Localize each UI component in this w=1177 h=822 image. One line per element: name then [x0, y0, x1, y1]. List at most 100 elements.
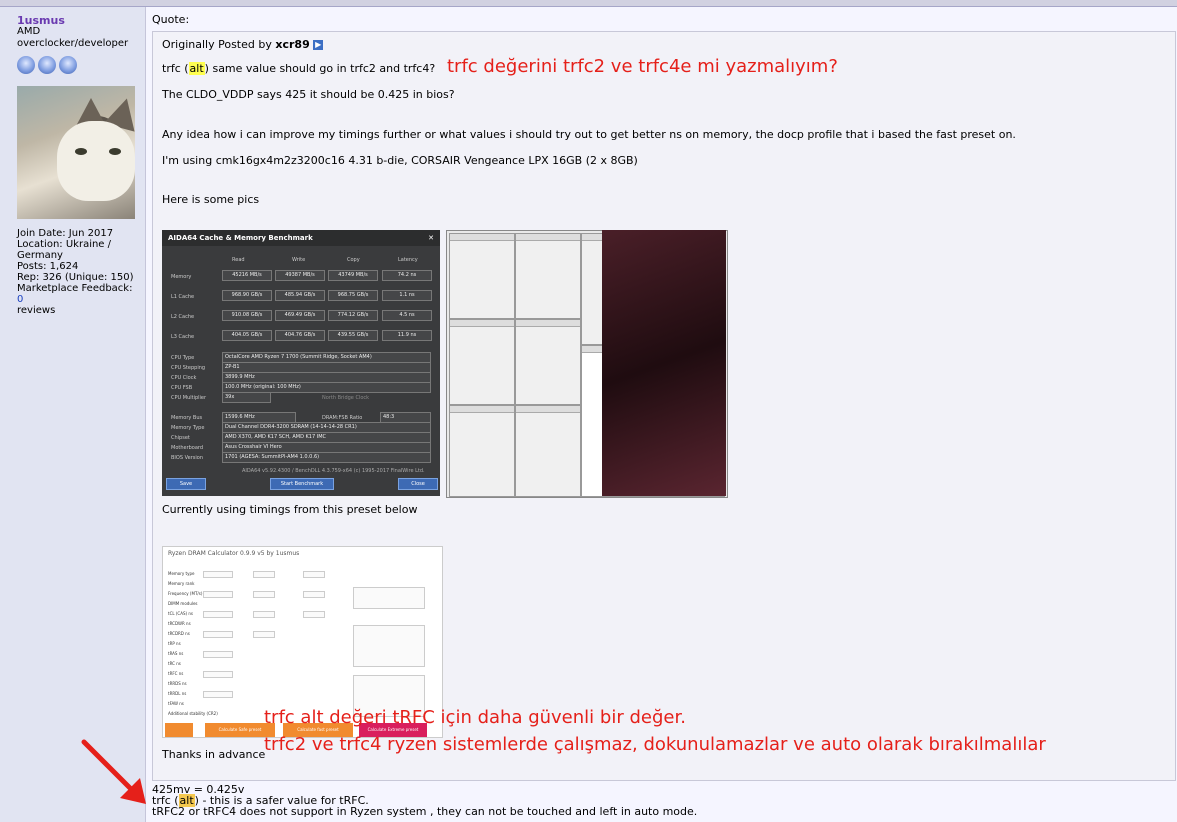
collage-window: [515, 405, 581, 497]
aida-label: DRAM:FSB Ratio: [322, 415, 363, 421]
aida-label: CPU Clock: [171, 375, 197, 381]
avatar-eye: [75, 148, 87, 155]
q1-pre: trfc (: [162, 62, 189, 75]
red-arrow-icon: [81, 739, 146, 804]
calc-row: tRC ns: [168, 661, 181, 666]
quote-box: Originally Posted by xcr89 ▶ trfc (alt) …: [152, 31, 1176, 781]
calc-field: [253, 591, 275, 598]
close-button[interactable]: Close: [398, 478, 438, 490]
reputation-icons: [17, 56, 77, 74]
aida-label: CPU Multiplier: [171, 395, 207, 401]
collage-window: [449, 233, 515, 319]
user-title: AMD overclocker/developer: [17, 26, 128, 50]
marketplace-suffix: reviews: [17, 305, 56, 316]
marketplace-link[interactable]: 0: [17, 294, 23, 305]
user-title-line2: overclocker/developer: [17, 38, 129, 49]
aida-cell: 404.05 GB/s: [222, 330, 272, 341]
quote-label: Quote:: [152, 13, 190, 26]
close-icon: ✕: [428, 234, 434, 242]
aida-cell: 439.55 GB/s: [328, 330, 378, 341]
top-strip: [0, 0, 1177, 7]
calc-row: tRAS ns: [168, 651, 184, 656]
calc-title: Ryzen DRAM Calculator 0.9.9 v5 by 1usmus: [168, 550, 300, 557]
quote-line-2: The CLDO_VDDP says 425 it should be 0.42…: [162, 88, 455, 101]
quote-line-3: Any idea how i can improve my timings fu…: [162, 128, 1016, 141]
calc-field: [203, 571, 233, 578]
aida-col: Read: [232, 257, 245, 263]
turkish-annotation-1: trfc değerini trfc2 ve trfc4e mi yazmalı…: [447, 56, 838, 77]
q1-post: ) same value should go in trfc2 and trfc…: [204, 62, 436, 75]
quote-line-7: Thanks in advance: [162, 748, 266, 761]
aida-cell: 404.76 GB/s: [275, 330, 325, 341]
aida-row-label: L1 Cache: [171, 294, 195, 300]
calc-row: Memory type: [168, 571, 195, 576]
calc-field: [203, 651, 233, 658]
calc-field: [203, 591, 233, 598]
aida-footer: AIDA64 v5.92.4300 / BenchDLL 4.3.759-x64…: [242, 468, 425, 474]
collage-window: [449, 405, 515, 497]
aida-cell: 43749 MB/s: [328, 270, 378, 281]
calc-row: tCL (CAS) ns: [168, 611, 193, 616]
aida-label: Motherboard: [171, 445, 204, 451]
calc-field: [203, 691, 233, 698]
location: Location: Ukraine / Germany: [17, 239, 112, 261]
aida64-screenshot[interactable]: AIDA64 Cache & Memory Benchmark ✕ Read Wr…: [162, 230, 440, 496]
aida-info: 1701 (AGESA: SummitPI-AM4 1.0.0.6): [222, 452, 431, 463]
aida-info: 39x: [222, 392, 271, 403]
posts-count: Posts: 1,624: [17, 261, 79, 272]
calc-field: [203, 611, 233, 618]
rep-icon: [38, 56, 56, 74]
aida-label: CPU Stepping: [171, 365, 206, 371]
rep-icon: [17, 56, 35, 74]
aida-row-label: Memory: [171, 274, 192, 280]
reply-line-3: tRFC2 or tRFC4 does not support in Ryzen…: [152, 805, 698, 818]
aida-cell: 774.12 GB/s: [328, 310, 378, 321]
dark-screenshot[interactable]: [602, 230, 726, 496]
avatar-eye: [109, 148, 121, 155]
marketplace-label: Marketplace Feedback:: [17, 283, 133, 294]
aida-cell: 485.94 GB/s: [275, 290, 325, 301]
calc-field: [253, 611, 275, 618]
highlight-alt: alt: [188, 62, 205, 75]
calc-row: Memory rank: [168, 581, 195, 586]
calc-row: tRCDWR ns: [168, 621, 191, 626]
aida-cell: 4.5 ns: [382, 310, 432, 321]
calc-field: [253, 571, 275, 578]
collage-window: [515, 319, 581, 405]
calc-row: tRCDRD ns: [168, 631, 190, 636]
user-title-line1: AMD: [17, 26, 41, 37]
avatar[interactable]: [17, 86, 135, 219]
aida-label: Memory Bus: [171, 415, 203, 421]
aida-cell: 49387 MB/s: [275, 270, 325, 281]
user-meta: Join Date: Jun 2017 Location: Ukraine / …: [17, 228, 135, 316]
aida-label: North Bridge Clock: [322, 395, 370, 401]
turkish-annotation-3: trfc2 ve trfc4 ryzen sistemlerde çalışma…: [264, 734, 1046, 755]
aida-label: CPU Type: [171, 355, 195, 361]
aida-cell: 74.2 ns: [382, 270, 432, 281]
quote-line-5: Here is some pics: [162, 193, 260, 206]
view-post-icon[interactable]: ▶: [313, 40, 324, 50]
calc-field: [203, 671, 233, 678]
aida-cell: 45216 MB/s: [222, 270, 272, 281]
reply-text: 425mv = 0.425v trfc (alt) - this is a sa…: [152, 784, 697, 817]
aida-label: BIOS Version: [171, 455, 203, 461]
aida-cell: 968.75 GB/s: [328, 290, 378, 301]
save-button[interactable]: Save: [166, 478, 206, 490]
marketplace-feedback: Marketplace Feedback: 0 reviews: [17, 283, 135, 316]
avatar-face: [57, 121, 135, 201]
aida-row-label: L2 Cache: [171, 314, 195, 320]
quote-header: Originally Posted by xcr89 ▶: [162, 38, 324, 51]
calc-button[interactable]: [165, 723, 193, 737]
quote-line-6: Currently using timings from this preset…: [162, 503, 418, 516]
calc-field: [303, 611, 325, 618]
start-benchmark-button[interactable]: Start Benchmark: [270, 478, 334, 490]
calc-row: Additional stability (CR2): [168, 711, 218, 716]
aida-label: Memory Type: [171, 425, 205, 431]
aida-row-label: L3 Cache: [171, 334, 195, 340]
aida-cell: 11.9 ns: [382, 330, 432, 341]
quote-author[interactable]: xcr89: [275, 38, 309, 51]
aida-cell: 968.90 GB/s: [222, 290, 272, 301]
calc-field: [203, 631, 233, 638]
rep-icon: [59, 56, 77, 74]
user-sidebar: 1usmus AMD overclocker/developer Join Da…: [0, 7, 146, 822]
